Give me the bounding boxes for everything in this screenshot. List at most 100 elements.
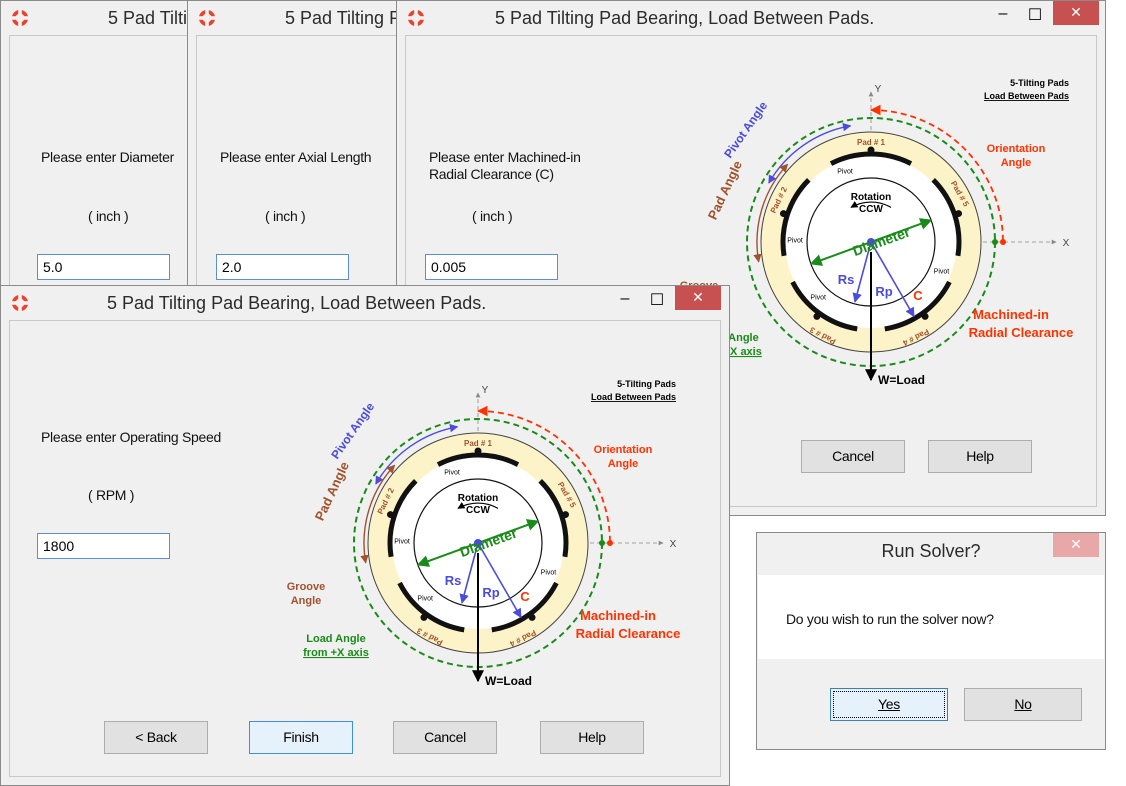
pivot-4-label: Pivot [541, 569, 557, 576]
x-axis-label: X [670, 539, 677, 550]
no-button[interactable]: No [964, 688, 1082, 721]
title-bar[interactable]: 5 Pad Tilting Pad Bearing, Load Between … [397, 1, 1105, 35]
diameter-input[interactable] [37, 254, 170, 280]
load-dot [599, 540, 605, 546]
header-line2-label: Load Between Pads [984, 91, 1069, 101]
help-button[interactable]: Help [928, 440, 1032, 473]
groove-angle-1-label: Groove [287, 581, 326, 593]
pivot-1-label: Pivot [837, 169, 853, 176]
pivot-2-label: Pivot [394, 538, 410, 545]
axial-length-input[interactable] [216, 254, 349, 280]
pivot-2-dot [780, 210, 788, 218]
rotation-2-label: CCW [859, 204, 883, 215]
window-client: Please enter Operating Speed ( RPM ) 5-T… [9, 320, 721, 777]
header-line2-label: Load Between Pads [591, 392, 676, 402]
pivot-angle-label: Pivot Angle [721, 99, 770, 161]
orientation-2-label: Angle [608, 458, 639, 470]
load-label: W=Load [878, 373, 925, 387]
diameter-unit: ( inch ) [88, 208, 129, 224]
header-line1-label: 5-Tilting Pads [617, 379, 676, 389]
diameter-prompt: Please enter Diameter [41, 149, 174, 165]
close-button[interactable]: ✕ [675, 286, 721, 310]
pad-1-label: Pad # 1 [857, 138, 886, 147]
speed-window: 5 Pad Tilting Pad Bearing, Load Between … [0, 285, 730, 786]
orientation-dot [1000, 239, 1006, 245]
c-label: C [520, 589, 530, 604]
pivot-3-dot [420, 613, 428, 621]
rotation-2-label: CCW [466, 505, 490, 516]
minimize-button[interactable]: – [989, 5, 1017, 35]
clearance-2-label: Radial Clearance [969, 325, 1074, 340]
finish-button[interactable]: Finish [249, 721, 353, 754]
back-button[interactable]: < Back [104, 721, 208, 754]
pivot-4-label: Pivot [934, 268, 950, 275]
clearance-unit: ( inch ) [472, 208, 513, 224]
clearance-prompt: Please enter Machined-in Radial Clearanc… [429, 149, 581, 182]
speed-prompt: Please enter Operating Speed [41, 429, 221, 445]
pad-angle-label: Pad Angle [312, 459, 352, 523]
pad-angle-label: Pad Angle [705, 158, 745, 222]
speed-unit: ( RPM ) [88, 487, 135, 503]
maximize-button[interactable]: ☐ [643, 290, 671, 320]
window-title: 5 Pad Tilting Pad Bearing, Load Between … [495, 8, 875, 28]
maximize-button[interactable]: ☐ [1021, 5, 1049, 35]
c-label: C [913, 288, 923, 303]
orientation-dot [607, 540, 613, 546]
rotation-1-label: Rotation [851, 192, 892, 203]
pivot-1-label: Pivot [444, 470, 460, 477]
yes-button[interactable]: Yes [830, 688, 948, 721]
pivot-3-label: Pivot [810, 295, 826, 302]
pivot-5-dot [954, 210, 962, 218]
axial-length-prompt: Please enter Axial Length [220, 149, 372, 165]
rs-label: Rs [838, 272, 855, 287]
pivot-3-label: Pivot [417, 596, 433, 603]
pivot-2-dot [387, 511, 395, 519]
speed-input[interactable] [37, 533, 170, 559]
y-axis-label: Y [875, 84, 882, 95]
clearance-2-label: Radial Clearance [576, 626, 681, 641]
dialog-body: Do you wish to run the solver now? [758, 575, 1104, 659]
dialog-message: Do you wish to run the solver now? [786, 611, 994, 627]
pivot-2-label: Pivot [787, 237, 803, 244]
dialog-close-button[interactable]: ✕ [1053, 533, 1099, 557]
orientation-2-label: Angle [1001, 157, 1032, 169]
axial-length-unit: ( inch ) [265, 208, 306, 224]
app-logo-icon [198, 9, 216, 27]
pivot-angle-label: Pivot Angle [328, 400, 377, 462]
orientation-1-label: Orientation [987, 143, 1046, 155]
load-dot [992, 239, 998, 245]
clearance-input[interactable] [425, 254, 558, 280]
pivot-1-dot [867, 146, 875, 154]
pivot-1-dot [474, 447, 482, 455]
header-line1-label: 5-Tilting Pads [1010, 78, 1069, 88]
rotation-1-label: Rotation [458, 493, 499, 504]
app-logo-icon [407, 9, 425, 27]
pivot-5-dot [561, 511, 569, 519]
window-title: 5 Pad Tilting Pad Bearing, Load Between … [107, 293, 487, 313]
title-bar[interactable]: 5 Pad Tilting Pad Bearing, Load Between … [1, 286, 729, 320]
orientation-1-label: Orientation [594, 444, 653, 456]
app-logo-icon [11, 9, 29, 27]
pivot-3-dot [813, 312, 821, 320]
rp-label: Rp [482, 585, 499, 600]
bearing-diagram: 5-Tilting Pads Load Between Pads Y X Pivot A… [671, 62, 1081, 392]
groove-angle-2-label: Angle [291, 595, 322, 607]
x-axis-label: X [1063, 238, 1070, 249]
cancel-button[interactable]: Cancel [801, 440, 905, 473]
app-logo-icon [11, 294, 29, 312]
pad-1-label: Pad # 1 [464, 439, 493, 448]
bearing-svg: 5-Tilting Pads Load Between Pads Y X Pivot A… [680, 78, 1074, 387]
bearing-svg: 5-Tilting Pads Load Between Pads Y X Pivot A… [287, 379, 681, 688]
close-button[interactable]: ✕ [1053, 1, 1099, 25]
cancel-button[interactable]: Cancel [393, 721, 497, 754]
minimize-button[interactable]: – [611, 290, 639, 320]
pivot-4-dot [921, 312, 929, 320]
load-angle-1-label: Load Angle [306, 633, 365, 645]
help-button[interactable]: Help [540, 721, 644, 754]
clearance-1-label: Machined-in [580, 608, 656, 623]
rs-label: Rs [445, 573, 462, 588]
load-angle-2-label: from +X axis [303, 647, 369, 659]
y-axis-label: Y [482, 385, 489, 396]
pivot-4-dot [528, 613, 536, 621]
load-label: W=Load [485, 674, 532, 688]
